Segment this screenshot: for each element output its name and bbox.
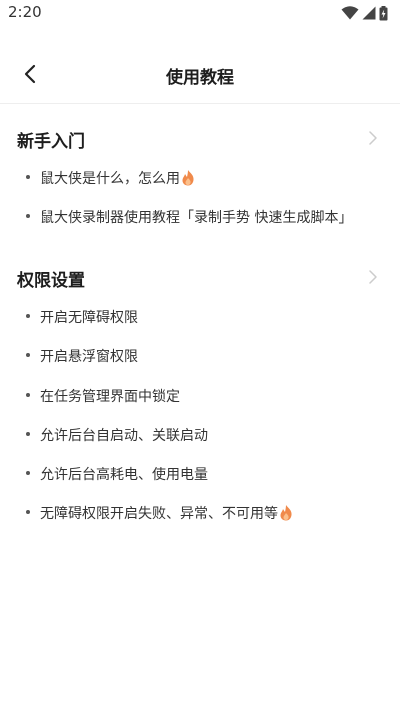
section-title: 新手入门 — [17, 132, 85, 152]
item-label: 开启无障碍权限 — [40, 310, 138, 326]
fire-icon — [182, 170, 194, 186]
item-label: 允许后台自启动、关联启动 — [40, 427, 208, 444]
bullet-dot — [26, 353, 30, 358]
fire-icon — [280, 505, 292, 521]
section-header-getting-started[interactable]: 新手入门 — [0, 118, 400, 158]
bullet-dot — [26, 471, 30, 476]
section-permission-settings: 权限设置 开启无障碍权限 开启悬浮窗权限 在任务管理界面中锁定 允许后台自启动、… — [0, 257, 400, 533]
item-label: 鼠大侠是什么，怎么用 — [40, 171, 180, 187]
list-item[interactable]: 开启悬浮窗权限 — [0, 336, 400, 375]
wifi-icon — [341, 6, 359, 20]
status-time: 2:20 — [8, 3, 42, 21]
page-title: 使用教程 — [166, 68, 234, 88]
item-label: 开启悬浮窗权限 — [40, 349, 138, 366]
bullet-dot — [26, 392, 30, 397]
bullet-dot — [26, 175, 30, 179]
item-label: 无障碍权限开启失败、异常、不可用等 — [40, 506, 278, 523]
list-item[interactable]: 鼠大侠是什么，怎么用 — [0, 158, 400, 197]
item-label: 鼠大侠录制器使用教程「录制手势 快速生成脚本」 — [40, 210, 353, 227]
chevron-right-icon — [369, 270, 377, 284]
status-icons — [341, 5, 388, 21]
bullet-dot — [26, 314, 30, 318]
item-label: 允许后台高耗电、使用电量 — [40, 467, 208, 484]
battery-icon — [379, 5, 388, 20]
list-item[interactable]: 允许后台高耗电、使用电量 — [0, 454, 400, 493]
list-item[interactable]: 鼠大侠录制器使用教程「录制手势 快速生成脚本」 — [0, 197, 400, 236]
signal-icon — [362, 6, 376, 20]
bullet-dot — [26, 214, 30, 219]
section-getting-started: 新手入门 鼠大侠是什么，怎么用 鼠大侠录制器使用教程「录制手势 快速生成脚本」 — [0, 118, 400, 237]
item-label: 在任务管理界面中锁定 — [40, 388, 180, 405]
list-item[interactable]: 允许后台自启动、关联启动 — [0, 415, 400, 454]
list-item[interactable]: 在任务管理界面中锁定 — [0, 376, 400, 415]
chevron-right-icon — [369, 131, 377, 145]
list-item[interactable]: 开启无障碍权限 — [0, 297, 400, 336]
bullet-dot — [26, 431, 30, 436]
status-bar: 2:20 — [0, 0, 400, 26]
section-header-permission-settings[interactable]: 权限设置 — [0, 257, 400, 297]
nav-bar: 使用教程 — [0, 44, 400, 104]
list-item[interactable]: 无障碍权限开启失败、异常、不可用等 — [0, 493, 400, 532]
bullet-dot — [26, 510, 30, 515]
section-title: 权限设置 — [17, 271, 85, 291]
